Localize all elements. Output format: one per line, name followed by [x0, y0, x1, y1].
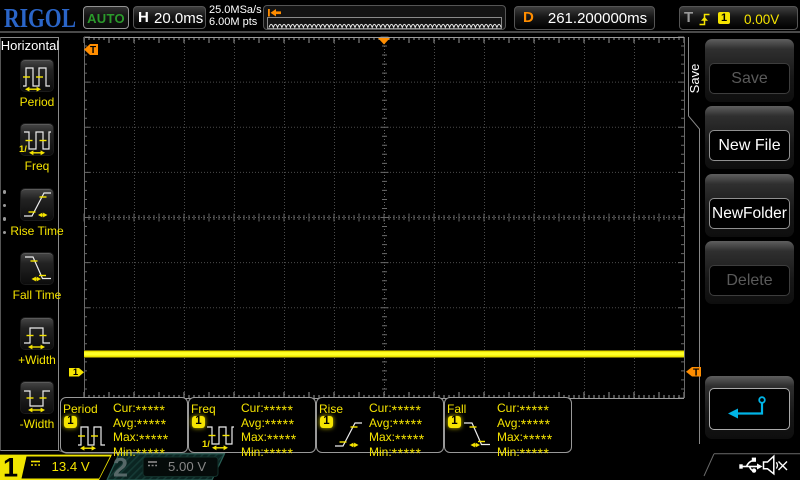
svg-text:13.4 V: 13.4 V — [52, 459, 90, 474]
svg-text:T: T — [90, 45, 96, 56]
svg-text:1: 1 — [73, 367, 79, 378]
svg-text:5.00 V: 5.00 V — [168, 459, 206, 474]
svg-text:1: 1 — [3, 453, 18, 480]
svg-text:T: T — [693, 367, 699, 378]
